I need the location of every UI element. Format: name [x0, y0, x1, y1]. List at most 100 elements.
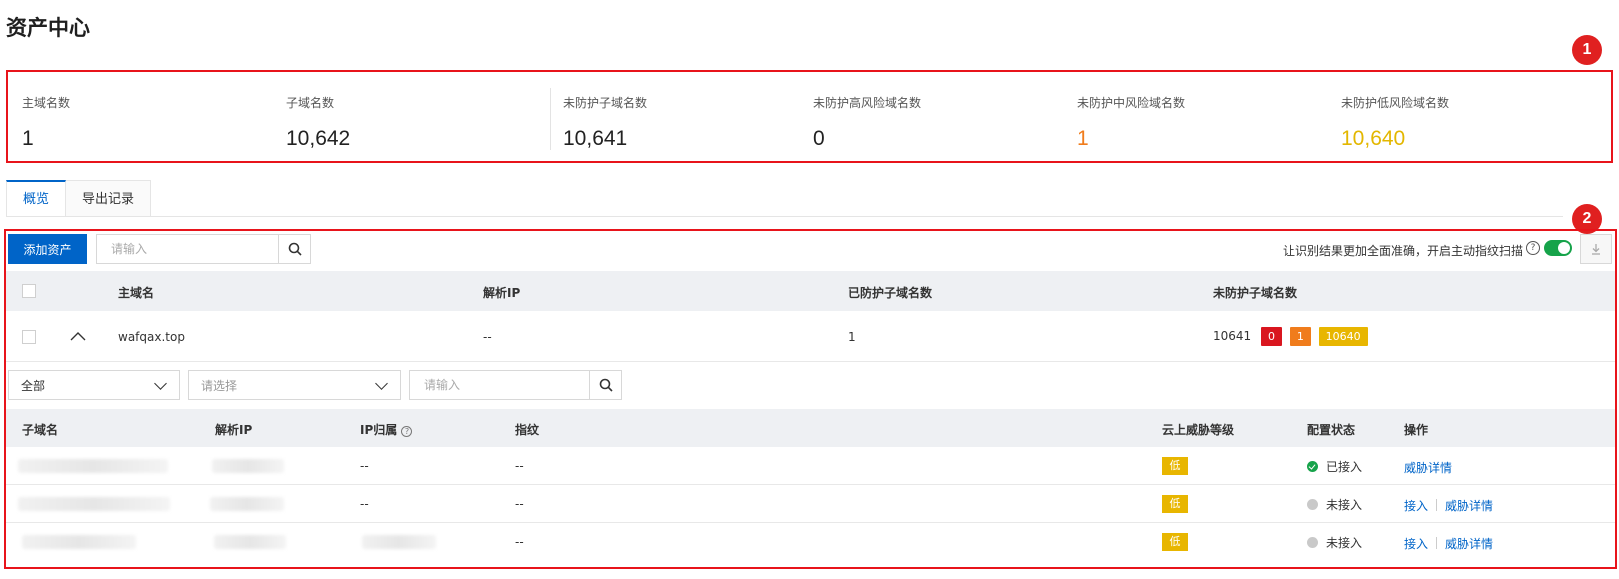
- redacted-ip: [210, 497, 284, 511]
- column-header: 云上威胁等级: [1162, 423, 1235, 437]
- chevron-down-icon: [375, 377, 388, 390]
- tab-overview[interactable]: 概览: [6, 180, 67, 217]
- download-icon: [1592, 244, 1600, 255]
- stat-label: 未防护中风险域名数: [1077, 96, 1186, 110]
- domain-name: wafqax.top: [118, 330, 185, 344]
- stat-subdomains: 子域名数 10,642: [286, 94, 350, 151]
- config-status: 未接入: [1307, 496, 1362, 513]
- low-risk-badge: 10640: [1318, 327, 1368, 346]
- column-header: 未防护子域名数: [1213, 286, 1298, 300]
- threat-level-badge: 低: [1162, 457, 1188, 475]
- table-row: -- -- 低 未接入 接入 威胁详情: [6, 485, 1615, 523]
- status-dot-icon: [1307, 499, 1318, 510]
- stat-value: 10,642: [286, 127, 351, 150]
- subdomain-search-input[interactable]: 请输入: [410, 371, 589, 399]
- redacted-subdomain: [22, 535, 136, 549]
- page-title: 资产中心: [6, 16, 90, 40]
- callout-marker-1: 1: [1572, 35, 1602, 65]
- help-icon[interactable]: ?: [1526, 241, 1540, 255]
- ip-owner: --: [360, 497, 369, 511]
- redacted-subdomain: [18, 459, 168, 473]
- stat-label: 子域名数: [286, 96, 335, 110]
- stat-value: 10,641: [563, 127, 628, 150]
- fingerprint-scan-hint: 让识别结果更加全面准确，开启主动指纹扫描: [1283, 244, 1524, 258]
- threat-details-link[interactable]: 威胁详情: [1445, 499, 1493, 513]
- row-checkbox[interactable]: [22, 330, 36, 344]
- search-button[interactable]: [278, 235, 310, 263]
- connect-link[interactable]: 接入: [1404, 537, 1428, 551]
- fingerprint: --: [515, 535, 524, 549]
- redacted-subdomain: [18, 497, 170, 511]
- add-asset-button[interactable]: 添加资产: [8, 234, 87, 264]
- tab-export-records[interactable]: 导出记录: [66, 180, 152, 217]
- stat-label: 未防护高风险域名数: [813, 96, 922, 110]
- chevron-up-icon[interactable]: [70, 331, 86, 341]
- stat-main-domains: 主域名数 1: [22, 94, 70, 151]
- subdomain-search: 请输入: [409, 370, 622, 400]
- subdomain-table-header: 子域名 解析IP IP归属 ? 指纹 云上威胁等级 配置状态 操作: [6, 409, 1615, 447]
- download-button[interactable]: [1580, 234, 1612, 264]
- select-all-checkbox[interactable]: [22, 284, 36, 298]
- column-header: 操作: [1404, 423, 1429, 437]
- row-actions: 接入 威胁详情: [1404, 497, 1493, 514]
- unprotected-count: 10641: [1213, 329, 1252, 343]
- stat-value: 1: [22, 127, 34, 150]
- search-button[interactable]: [589, 371, 621, 399]
- threat-level-badge: 低: [1162, 533, 1188, 551]
- domain-table-header: 主域名 解析IP 已防护子域名数 未防护子域名数: [6, 271, 1615, 311]
- action-divider: [1436, 499, 1438, 511]
- ip-owner: --: [360, 459, 369, 473]
- stat-unprotected-high-risk: 未防护高风险域名数 0: [813, 94, 921, 151]
- status-text: 未接入: [1326, 498, 1363, 512]
- row-actions: 威胁详情: [1404, 459, 1452, 476]
- fingerprint-scan-toggle[interactable]: [1544, 240, 1572, 256]
- search-icon: [599, 378, 613, 392]
- connect-link[interactable]: 接入: [1404, 499, 1428, 513]
- threat-details-link[interactable]: 威胁详情: [1404, 461, 1452, 475]
- redacted-ip-owner: [362, 535, 436, 549]
- stat-value: 10,640: [1341, 127, 1406, 150]
- stat-label: 未防护子域名数: [563, 96, 648, 110]
- redacted-ip: [212, 459, 284, 473]
- protected-count: 1: [848, 330, 856, 344]
- stats-divider: [550, 88, 551, 150]
- column-header: IP归属: [360, 423, 398, 437]
- table-row: -- -- 低 已接入 威胁详情: [6, 447, 1615, 485]
- config-status: 未接入: [1307, 534, 1362, 551]
- status-text: 已接入: [1326, 460, 1363, 474]
- threat-level: 低: [1162, 495, 1188, 513]
- column-header: 已防护子域名数: [848, 286, 933, 300]
- column-header: 配置状态: [1307, 423, 1356, 437]
- stat-label: 未防护低风险域名数: [1341, 96, 1450, 110]
- threat-level-badge: 低: [1162, 495, 1188, 513]
- column-header: 解析IP: [483, 286, 521, 300]
- threat-level: 低: [1162, 533, 1188, 551]
- asset-search-input[interactable]: 请输入: [97, 235, 278, 263]
- high-risk-badge: 0: [1261, 327, 1283, 346]
- ip-owner-header: IP归属 ?: [360, 421, 413, 438]
- stat-unprotected-low-risk: 未防护低风险域名数 10,640: [1341, 94, 1449, 151]
- search-icon: [288, 242, 302, 256]
- tabs-underline: [6, 216, 1563, 217]
- chevron-down-icon: [154, 377, 167, 390]
- scope-select[interactable]: 全部: [8, 370, 180, 400]
- column-header: 指纹: [515, 423, 540, 437]
- stat-unprotected-subdomains: 未防护子域名数 10,641: [563, 94, 647, 151]
- config-status: 已接入: [1307, 458, 1362, 475]
- column-header: 子域名: [22, 423, 59, 437]
- resolved-ip: --: [483, 330, 492, 344]
- status-dot-icon: [1307, 537, 1318, 548]
- redacted-ip: [214, 535, 286, 549]
- help-icon[interactable]: ?: [401, 426, 413, 437]
- type-select-placeholder: 请选择: [201, 378, 238, 393]
- fingerprint: --: [515, 459, 524, 473]
- action-divider: [1436, 537, 1438, 549]
- unprotected-summary: 10641 0 1 10640: [1213, 327, 1368, 346]
- asset-search: 请输入: [96, 234, 311, 264]
- check-circle-icon: [1307, 461, 1318, 472]
- type-select[interactable]: 请选择: [188, 370, 401, 400]
- row-actions: 接入 威胁详情: [1404, 535, 1493, 552]
- threat-details-link[interactable]: 威胁详情: [1445, 537, 1493, 551]
- table-row: -- 低 未接入 接入 威胁详情: [6, 523, 1615, 561]
- stat-value: 1: [1077, 127, 1089, 150]
